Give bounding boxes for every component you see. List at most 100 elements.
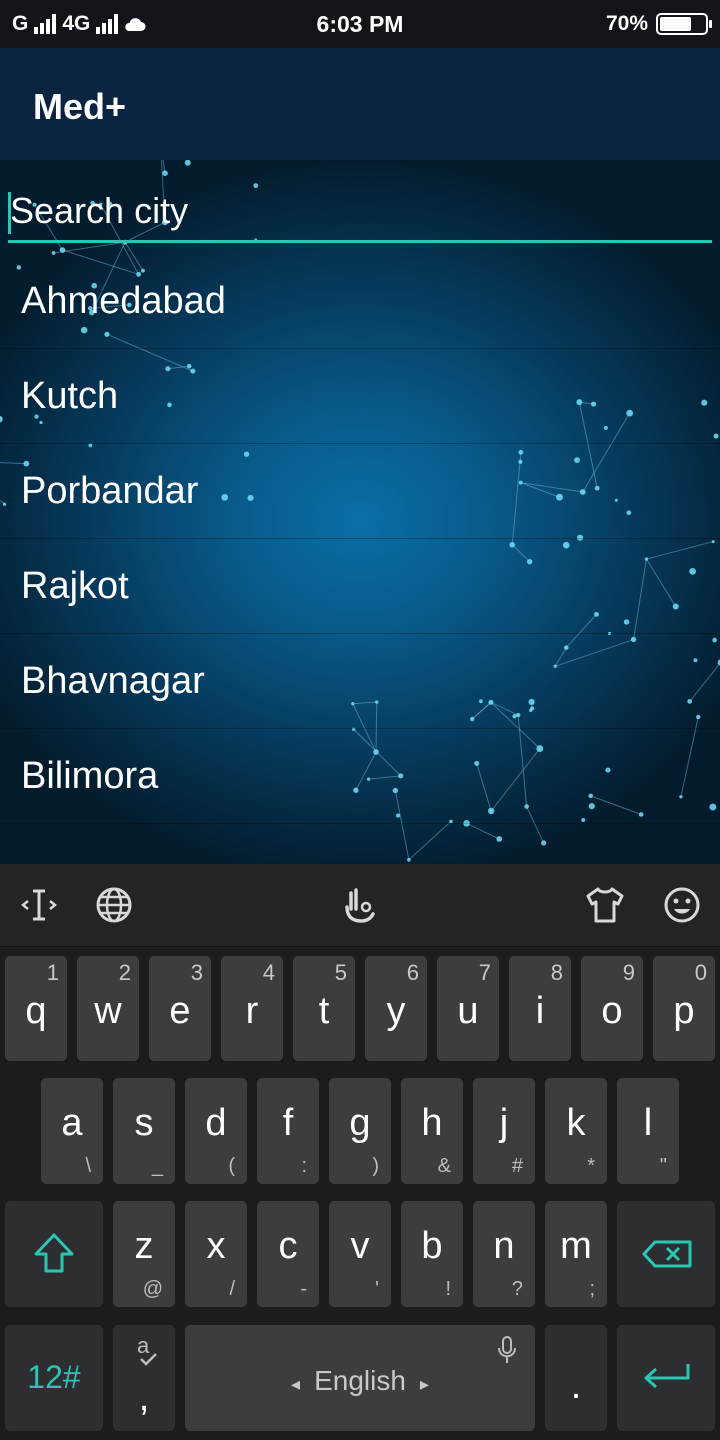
key-e[interactable]: 3e <box>149 956 211 1061</box>
key-letter: e <box>169 990 191 1032</box>
network-node <box>162 170 168 176</box>
microphone-icon <box>498 1336 516 1363</box>
status-bar: G 4G 6:03 PM 70% <box>0 0 720 48</box>
key-number-hint: 9 <box>622 960 635 985</box>
gesture-hand-icon[interactable] <box>336 882 382 928</box>
shift-key[interactable] <box>5 1201 103 1307</box>
period-key[interactable]: . <box>545 1325 607 1431</box>
key-z[interactable]: z @ <box>113 1201 175 1307</box>
battery-icon <box>656 13 712 35</box>
network-node <box>59 247 66 253</box>
key-o[interactable]: 9o <box>581 956 643 1061</box>
key-letter: v <box>350 1225 370 1267</box>
key-letter: c <box>278 1225 298 1267</box>
key-letter: s <box>134 1102 154 1144</box>
key-b[interactable]: b! <box>401 1201 463 1307</box>
key-s[interactable]: s _ <box>113 1078 175 1184</box>
key-d[interactable]: d( <box>185 1078 247 1184</box>
app-bar: Med+ <box>0 48 720 160</box>
key-letter: m <box>560 1225 592 1267</box>
key-g[interactable]: g) <box>329 1078 391 1184</box>
key-symbol-hint: ) <box>372 1155 379 1177</box>
period-key-label: . <box>570 1365 582 1407</box>
key-symbol-hint: : <box>301 1155 307 1177</box>
key-symbol-hint: ( <box>228 1155 235 1177</box>
enter-arrow-icon <box>644 1364 690 1389</box>
key-number-hint: 8 <box>550 960 563 985</box>
key-h[interactable]: h & <box>401 1078 463 1184</box>
city-list-item[interactable]: Kutch <box>0 349 720 444</box>
shift-arrow-icon <box>34 1233 74 1273</box>
key-t[interactable]: 5t <box>293 956 355 1061</box>
key-y[interactable]: 6y <box>365 956 427 1061</box>
app-title: Med+ <box>33 86 127 127</box>
city-list: Ahmedabad Kutch Porbandar Rajkot Bhavnag… <box>0 254 720 824</box>
key-j[interactable]: j # <box>473 1078 535 1184</box>
symbols-key[interactable]: 12# <box>5 1325 103 1431</box>
key-c[interactable]: c- <box>257 1201 319 1307</box>
search-city-field[interactable] <box>8 186 712 243</box>
key-symbol-hint: # <box>511 1155 523 1177</box>
emoji-icon[interactable] <box>659 882 705 928</box>
key-letter: i <box>535 990 545 1032</box>
city-list-item[interactable]: Bilimora <box>0 729 720 824</box>
city-list-item[interactable]: Rajkot <box>0 539 720 634</box>
key-symbol-hint: & <box>437 1155 451 1177</box>
enter-key[interactable] <box>617 1325 715 1431</box>
space-language-label: ◂ English ▸ <box>185 1365 535 1397</box>
network-node <box>496 836 503 842</box>
key-letter: r <box>245 990 259 1032</box>
key-symbol-hint: ! <box>445 1278 451 1300</box>
key-w[interactable]: 2w <box>77 956 139 1061</box>
language-next-arrow-icon: ▸ <box>419 1374 429 1394</box>
cursor-move-icon[interactable] <box>16 882 62 928</box>
network-link <box>466 822 500 840</box>
key-symbol-hint: " <box>659 1155 667 1177</box>
key-symbol-hint: * <box>587 1155 595 1177</box>
battery-status: 70% <box>606 12 712 36</box>
key-letter: o <box>601 990 623 1032</box>
key-symbol-hint: @ <box>142 1278 163 1300</box>
key-letter: a <box>61 1102 83 1144</box>
key-x[interactable]: x / <box>185 1201 247 1307</box>
key-letter: w <box>94 990 122 1032</box>
city-list-item[interactable]: Porbandar <box>0 444 720 539</box>
city-list-item[interactable]: Ahmedabad <box>0 254 720 349</box>
network-link <box>408 821 452 861</box>
backspace-key[interactable] <box>617 1201 715 1307</box>
network-node <box>541 840 547 846</box>
comma-key[interactable]: a, <box>113 1325 175 1431</box>
globe-icon[interactable] <box>91 882 137 928</box>
key-number-hint: 6 <box>406 960 419 985</box>
key-symbol-hint: ? <box>511 1278 523 1300</box>
key-letter: y <box>386 990 406 1032</box>
key-p[interactable]: 0p <box>653 956 715 1061</box>
key-letter: j <box>499 1102 509 1144</box>
key-q[interactable]: 1q <box>5 956 67 1061</box>
key-v[interactable]: v ' <box>329 1201 391 1307</box>
theme-shirt-icon[interactable] <box>582 882 628 928</box>
key-n[interactable]: n? <box>473 1201 535 1307</box>
key-u[interactable]: 7u <box>437 956 499 1061</box>
key-symbol-hint: \ <box>85 1155 91 1177</box>
key-number-hint: 7 <box>478 960 491 985</box>
key-letter: d <box>205 1102 227 1144</box>
keyboard-toolbar <box>0 864 720 947</box>
symbols-key-label: 12# <box>27 1359 81 1395</box>
key-letter: p <box>673 990 695 1032</box>
key-letter: u <box>457 990 479 1032</box>
space-key[interactable]: ◂ English ▸ <box>185 1325 535 1431</box>
language-prev-arrow-icon: ◂ <box>291 1374 301 1394</box>
key-f[interactable]: f: <box>257 1078 319 1184</box>
soft-keyboard: 1 q 2 w 3 e 4 r 5 t 6 y 7 u 8 i 9 o 0 p a \ s _ d(f: g) h & j # k * l " z @… <box>0 864 720 1440</box>
key-k[interactable]: k * <box>545 1078 607 1184</box>
key-letter: n <box>493 1225 515 1267</box>
key-i[interactable]: 8i <box>509 956 571 1061</box>
search-input[interactable] <box>10 186 700 236</box>
key-m[interactable]: m; <box>545 1201 607 1307</box>
key-a[interactable]: a \ <box>41 1078 103 1184</box>
city-list-item[interactable]: Bhavnagar <box>0 634 720 729</box>
key-l[interactable]: l " <box>617 1078 679 1184</box>
key-symbol-hint: - <box>300 1278 307 1300</box>
key-r[interactable]: 4r <box>221 956 283 1061</box>
